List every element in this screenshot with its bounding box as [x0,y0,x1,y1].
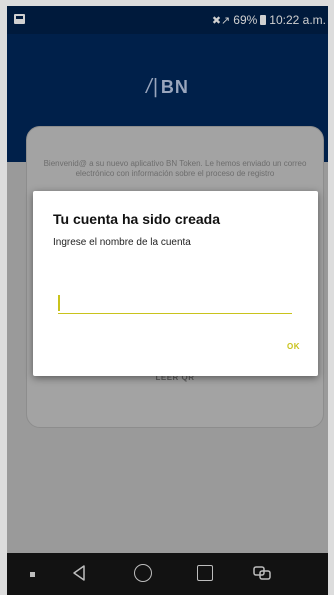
account-created-dialog: Tu cuenta ha sido creada Ingrese el nomb… [33,191,318,376]
signal-icon: ✖↗ [211,14,231,27]
status-bar: ✖↗ 69% 10:22 a.m. [7,6,328,34]
bn-logo: /| BN [7,76,328,99]
logo-mark-icon: /| [146,76,159,98]
gallery-notification-icon [14,14,25,24]
recent-apps-icon[interactable] [197,565,213,581]
logo-text: BN [160,77,189,97]
device-frame: ✖↗ 69% 10:22 a.m. /| BN Bienvenid@ a su n… [0,0,334,595]
phone-screen: ✖↗ 69% 10:22 a.m. /| BN Bienvenid@ a su n… [7,6,328,595]
navigation-bar [7,553,328,595]
nav-dot-icon[interactable] [30,572,35,577]
dual-window-icon[interactable] [252,564,272,582]
battery-icon [260,15,267,25]
dialog-title: Tu cuenta ha sido creada [53,211,221,227]
dialog-subtitle: Ingrese el nombre de la cuenta [53,237,191,248]
battery-percent: 69% [233,13,258,27]
text-caret [58,295,60,311]
clock: 10:22 a.m. [269,13,326,27]
welcome-text: Bienvenid@ a su nuevo aplicativo BN Toke… [43,159,307,178]
status-indicators: ✖↗ 69% 10:22 a.m. [212,13,326,27]
back-icon[interactable] [69,563,89,583]
account-name-input[interactable] [58,294,292,314]
ok-button[interactable]: OK [287,342,300,351]
home-icon[interactable] [134,564,152,582]
